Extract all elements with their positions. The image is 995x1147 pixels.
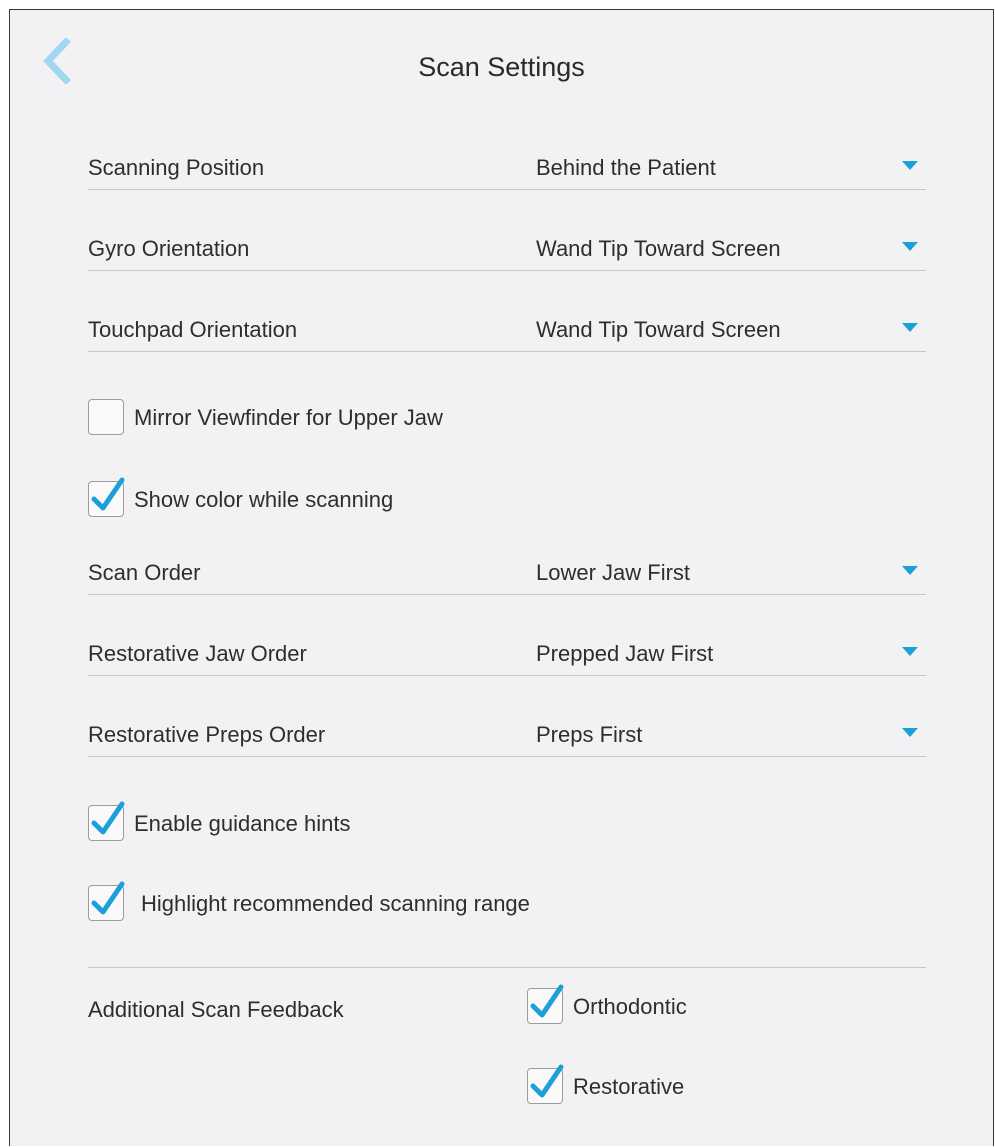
- caret-down-icon[interactable]: [902, 161, 918, 170]
- checkbox-box[interactable]: [88, 881, 125, 921]
- caret-down-icon[interactable]: [902, 647, 918, 656]
- restorative-preps-order-value: Preps First: [536, 722, 643, 747]
- guidance-hints-label: Enable guidance hints: [134, 811, 351, 836]
- restorative-jaw-order-dropdown[interactable]: Restorative Jaw Order Prepped Jaw First: [88, 633, 926, 676]
- checkbox-box[interactable]: [88, 477, 125, 517]
- checkmark-icon: [91, 477, 125, 511]
- gyro-orientation-value: Wand Tip Toward Screen: [536, 236, 781, 261]
- touchpad-orientation-value: Wand Tip Toward Screen: [536, 317, 781, 342]
- scan-order-label: Scan Order: [88, 560, 201, 585]
- guidance-hints-checkbox[interactable]: Enable guidance hints: [88, 801, 408, 845]
- orthodontic-label: Orthodontic: [573, 994, 687, 1019]
- restorative-preps-order-dropdown[interactable]: Restorative Preps Order Preps First: [88, 714, 926, 757]
- checkmark-icon: [530, 984, 564, 1018]
- restorative-label: Restorative: [573, 1074, 685, 1099]
- caret-down-icon[interactable]: [902, 566, 918, 575]
- restorative-jaw-order-label: Restorative Jaw Order: [88, 641, 307, 666]
- checkmark-icon: [91, 801, 125, 835]
- checkbox-box[interactable]: [527, 1064, 564, 1104]
- touchpad-orientation-label: Touchpad Orientation: [88, 317, 298, 342]
- scanning-position-dropdown[interactable]: Scanning Position Behind the Patient: [88, 147, 926, 190]
- scan-order-dropdown[interactable]: Scan Order Lower Jaw First: [88, 552, 926, 595]
- checkbox-box[interactable]: [88, 801, 125, 841]
- gyro-orientation-dropdown[interactable]: Gyro Orientation Wand Tip Toward Screen: [88, 228, 926, 271]
- checkmark-icon: [91, 881, 125, 915]
- restorative-jaw-order-value: Prepped Jaw First: [536, 641, 714, 666]
- show-color-checkbox[interactable]: Show color while scanning: [88, 477, 448, 521]
- checkbox-box[interactable]: [88, 399, 124, 435]
- show-color-label: Show color while scanning: [134, 487, 394, 512]
- mirror-viewfinder-label: Mirror Viewfinder for Upper Jaw: [134, 405, 443, 430]
- page-title: Scan Settings: [418, 52, 585, 82]
- gyro-orientation-label: Gyro Orientation: [88, 236, 250, 261]
- checkmark-icon: [530, 1064, 564, 1098]
- highlight-range-checkbox[interactable]: Highlight recommended scanning range: [88, 881, 588, 925]
- checkbox-box[interactable]: [527, 984, 564, 1024]
- caret-down-icon[interactable]: [902, 323, 918, 332]
- orthodontic-checkbox[interactable]: Orthodontic: [527, 984, 747, 1028]
- restorative-checkbox[interactable]: Restorative: [527, 1064, 747, 1108]
- touchpad-orientation-dropdown[interactable]: Touchpad Orientation Wand Tip Toward Scr…: [88, 309, 926, 352]
- additional-feedback-label: Additional Scan Feedback: [88, 997, 344, 1022]
- highlight-range-label: Highlight recommended scanning range: [141, 891, 530, 916]
- caret-down-icon[interactable]: [902, 728, 918, 737]
- section-divider: [88, 967, 926, 968]
- scan-order-value: Lower Jaw First: [536, 560, 691, 585]
- scanning-position-value: Behind the Patient: [536, 155, 716, 180]
- mirror-viewfinder-checkbox[interactable]: Mirror Viewfinder for Upper Jaw: [88, 399, 508, 439]
- caret-down-icon[interactable]: [902, 242, 918, 251]
- scan-settings-panel: Scan Settings Scanning Position Behind t…: [9, 9, 994, 1146]
- scanning-position-label: Scanning Position: [88, 155, 265, 180]
- restorative-preps-order-label: Restorative Preps Order: [88, 722, 326, 747]
